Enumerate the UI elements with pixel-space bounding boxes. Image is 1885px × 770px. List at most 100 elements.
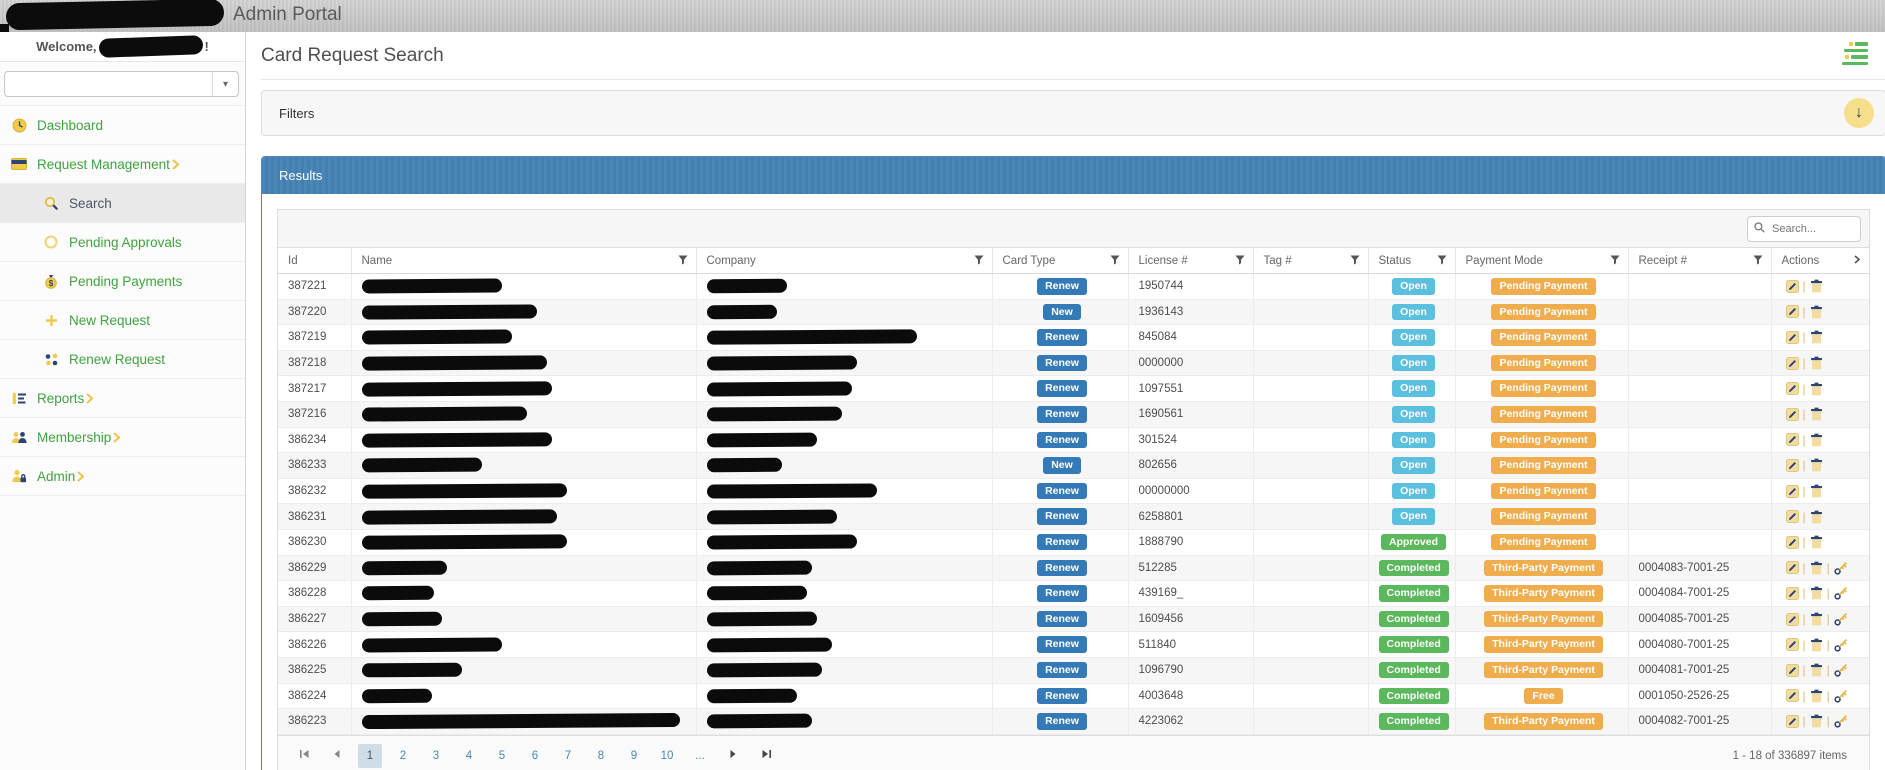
sidebar-item-reports[interactable]: Reports: [0, 379, 245, 418]
key-icon[interactable]: [1834, 714, 1848, 728]
search-icon: [42, 194, 60, 212]
column-header-status[interactable]: Status: [1368, 248, 1456, 274]
sidebar-item-admin[interactable]: Admin: [0, 457, 245, 496]
key-icon[interactable]: [1834, 638, 1848, 652]
edit-icon[interactable]: [1785, 279, 1799, 293]
pager-page-5[interactable]: 5: [490, 744, 514, 768]
grid-search-box[interactable]: [1747, 215, 1861, 242]
column-header-card-type[interactable]: Card Type: [992, 248, 1129, 274]
pager-first-button[interactable]: [292, 744, 316, 768]
delete-icon[interactable]: [1810, 638, 1823, 652]
column-header-receipt-[interactable]: Receipt #: [1628, 248, 1772, 274]
cell-receipt: [1628, 478, 1772, 505]
column-menu-icon[interactable]: [1853, 255, 1861, 267]
column-header-license-[interactable]: License #: [1128, 248, 1254, 274]
pager-page-4[interactable]: 4: [457, 744, 481, 768]
sidebar-item-membership[interactable]: Membership: [0, 418, 245, 457]
edit-icon[interactable]: [1785, 638, 1799, 652]
pager-page-1[interactable]: 1: [358, 743, 382, 768]
key-icon[interactable]: [1834, 586, 1848, 601]
pager-page-6[interactable]: 6: [523, 744, 547, 768]
delete-icon[interactable]: [1810, 586, 1823, 600]
filter-funnel-icon[interactable]: [1610, 255, 1620, 268]
key-icon[interactable]: [1834, 612, 1848, 626]
column-header-tag-[interactable]: Tag #: [1253, 248, 1369, 274]
delete-icon[interactable]: [1810, 330, 1823, 344]
edit-icon[interactable]: [1785, 330, 1799, 344]
filter-funnel-icon[interactable]: [678, 255, 688, 268]
delete-icon[interactable]: [1810, 484, 1823, 498]
pager-page-3[interactable]: 3: [424, 744, 448, 768]
delete-icon[interactable]: [1810, 382, 1823, 396]
edit-icon[interactable]: [1785, 714, 1799, 728]
pager-page-2[interactable]: 2: [391, 744, 415, 768]
filter-funnel-icon[interactable]: [1350, 255, 1360, 268]
pager-page-9[interactable]: 9: [622, 744, 646, 768]
sidebar-item-renew-request[interactable]: Renew Request: [0, 340, 245, 379]
sidebar-item-dashboard[interactable]: Dashboard: [0, 106, 245, 145]
key-icon[interactable]: [1834, 663, 1848, 677]
delete-icon[interactable]: [1810, 458, 1823, 472]
delete-icon[interactable]: [1810, 407, 1823, 421]
edit-icon[interactable]: [1785, 407, 1799, 421]
card-type-badge: Renew: [1037, 585, 1087, 602]
edit-icon[interactable]: [1785, 561, 1799, 575]
sidebar-combobox-input[interactable]: [5, 72, 212, 96]
edit-icon[interactable]: [1785, 586, 1799, 600]
cell-name-redacted: [351, 606, 697, 633]
filter-funnel-icon[interactable]: [1437, 255, 1447, 268]
delete-icon[interactable]: [1810, 433, 1823, 447]
filters-expand-button[interactable]: ↓: [1844, 98, 1874, 128]
edit-icon[interactable]: [1785, 484, 1799, 498]
edit-icon[interactable]: [1785, 382, 1799, 396]
delete-icon[interactable]: [1810, 510, 1823, 524]
combobox-caret-icon[interactable]: ▾: [212, 72, 238, 96]
key-icon[interactable]: [1834, 561, 1848, 575]
cell-tag: [1253, 478, 1369, 505]
sidebar-item-request-management[interactable]: Request Management: [0, 145, 245, 184]
edit-icon[interactable]: [1785, 433, 1799, 447]
filter-funnel-icon[interactable]: [1753, 255, 1763, 268]
delete-icon[interactable]: [1810, 561, 1823, 575]
pager-last-button[interactable]: [754, 744, 778, 768]
delete-icon[interactable]: [1810, 612, 1823, 626]
key-icon[interactable]: [1834, 689, 1848, 703]
column-header-company[interactable]: Company: [696, 248, 993, 274]
column-header-id[interactable]: Id: [278, 248, 352, 274]
pager-page-10[interactable]: 10: [655, 744, 679, 768]
pager-next-button[interactable]: [721, 744, 745, 768]
filter-funnel-icon[interactable]: [1235, 255, 1245, 268]
edit-icon[interactable]: [1785, 535, 1799, 549]
sidebar-combobox[interactable]: ▾: [4, 71, 239, 97]
menu-list-icon[interactable]: [1840, 42, 1868, 68]
edit-icon[interactable]: [1785, 510, 1799, 524]
column-header-actions[interactable]: Actions: [1771, 248, 1869, 274]
delete-icon[interactable]: [1810, 305, 1823, 319]
pager-page-8[interactable]: 8: [589, 744, 613, 768]
edit-icon[interactable]: [1785, 612, 1799, 626]
filter-funnel-icon[interactable]: [1110, 255, 1120, 268]
edit-icon[interactable]: [1785, 356, 1799, 370]
pager-prev-button[interactable]: [325, 744, 349, 768]
status-badge: Open: [1392, 431, 1435, 449]
delete-icon[interactable]: [1810, 279, 1823, 293]
sidebar-item-new-request[interactable]: New Request: [0, 301, 245, 340]
pager-page-7[interactable]: 7: [556, 744, 580, 768]
column-header-payment-mode[interactable]: Payment Mode: [1455, 248, 1629, 274]
delete-icon[interactable]: [1810, 356, 1823, 370]
grid-search-input[interactable]: [1770, 221, 1844, 236]
edit-icon[interactable]: [1785, 689, 1799, 703]
sidebar-item-pending-approvals[interactable]: Pending Approvals: [0, 223, 245, 262]
delete-icon[interactable]: [1810, 714, 1823, 728]
delete-icon[interactable]: [1810, 689, 1823, 703]
delete-icon[interactable]: [1810, 663, 1823, 677]
edit-icon[interactable]: [1785, 663, 1799, 677]
sidebar-item-pending-payments[interactable]: $ Pending Payments: [0, 262, 245, 301]
edit-icon[interactable]: [1785, 305, 1799, 319]
delete-icon[interactable]: [1810, 535, 1823, 549]
edit-icon[interactable]: [1785, 458, 1799, 472]
column-header-name[interactable]: Name: [351, 248, 697, 274]
filter-funnel-icon[interactable]: [974, 255, 984, 268]
sidebar-item-search[interactable]: Search: [0, 184, 245, 223]
card-type-badge: Renew: [1037, 406, 1087, 423]
